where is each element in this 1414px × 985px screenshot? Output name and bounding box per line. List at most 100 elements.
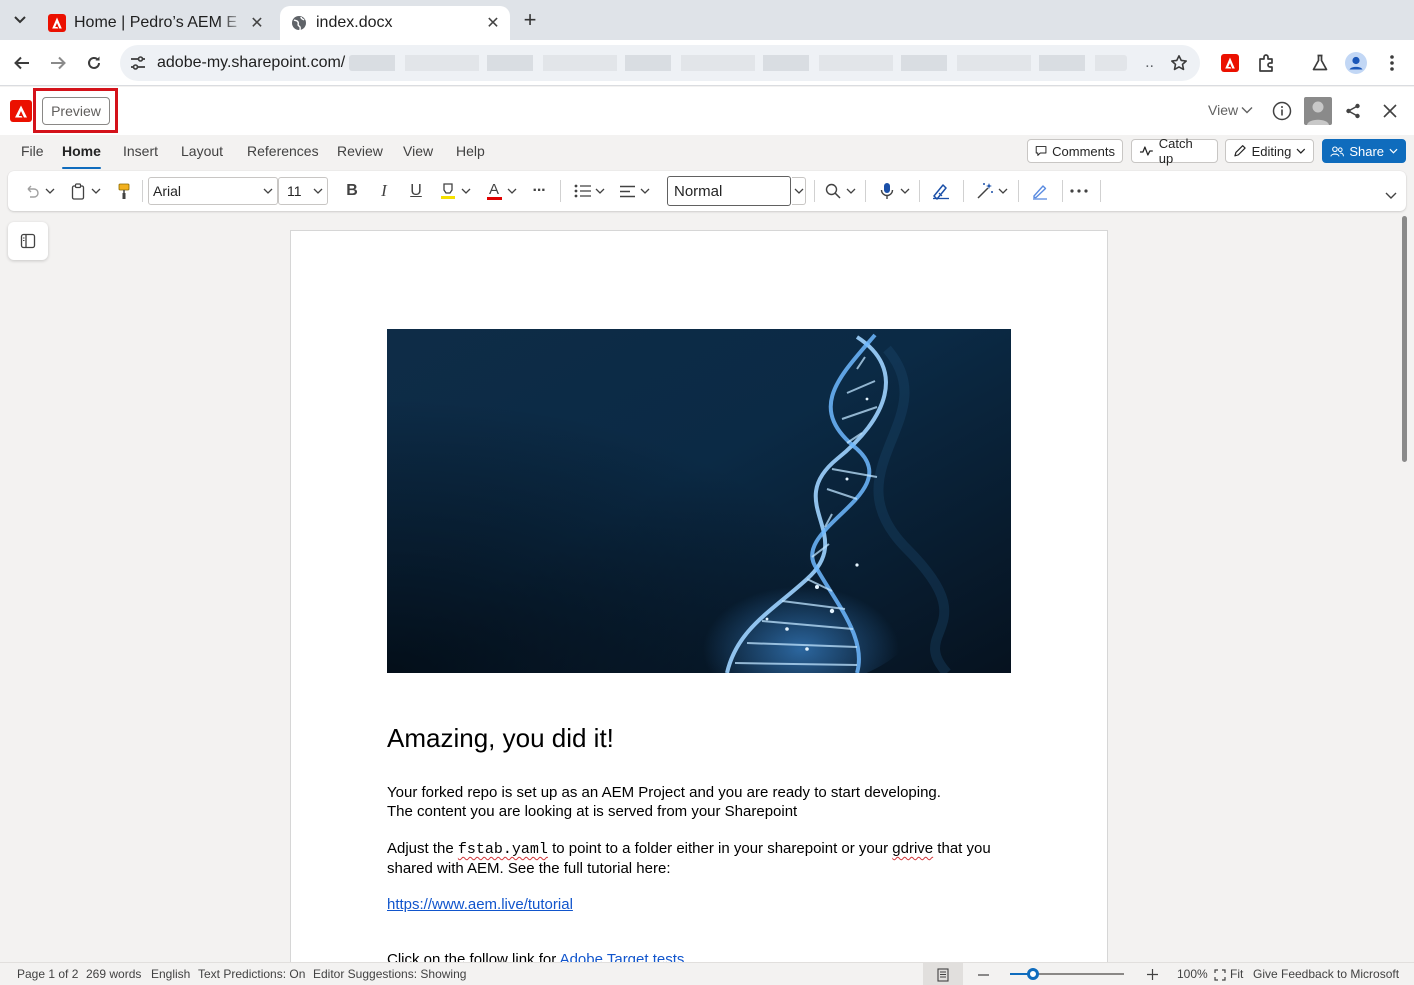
page-count-status[interactable]: Page 1 of 2 [17,967,78,981]
chevron-down-icon [1241,107,1253,114]
share-icon[interactable] [1341,99,1365,123]
bookmark-star-icon[interactable] [1164,48,1194,78]
tab-view[interactable]: View [403,143,433,165]
tab-help[interactable]: Help [456,143,485,165]
font-color-dropdown-chevron-icon[interactable] [506,179,518,203]
share-button[interactable]: Share [1322,139,1406,163]
find-dropdown-chevron-icon[interactable] [845,179,857,203]
address-bar[interactable]: adobe-my.sharepoint.com/ .. [120,45,1200,81]
align-left-icon[interactable] [617,179,637,203]
highlight-dropdown-chevron-icon[interactable] [460,179,472,203]
font-size-select[interactable]: 11 [278,177,328,205]
paste-dropdown-chevron-icon[interactable] [90,179,102,203]
style-dropdown-chevron-icon[interactable] [792,177,806,205]
print-layout-view-icon[interactable] [923,963,963,985]
fit-label[interactable]: Fit [1230,967,1243,981]
browser-tab-home[interactable]: Home | Pedro’s AEM E ✕ [38,6,274,40]
tab-title: index.docx [316,14,393,31]
catch-up-button[interactable]: Catch up [1131,136,1218,166]
editor-pen-icon[interactable] [930,179,952,203]
gdrive-misspelled-text: gdrive [892,840,934,857]
tutorial-link[interactable]: https://www.aem.live/tutorial [387,896,573,913]
italic-button[interactable]: I [374,179,394,203]
designer-dropdown-chevron-icon[interactable] [997,179,1009,203]
bold-button[interactable]: B [342,179,362,203]
tab-review[interactable]: Review [337,143,383,165]
editor-suggestions-status[interactable]: Editor Suggestions: Showing [313,967,466,981]
view-dropdown[interactable]: View [1208,102,1253,118]
word-count-status[interactable]: 269 words [86,967,141,981]
profile-avatar-icon[interactable] [1343,50,1369,76]
navigation-pane-icon[interactable] [8,222,48,260]
fit-to-window-icon[interactable] [1212,963,1228,985]
dna-hero-image[interactable] [387,329,1011,673]
adobe-extension-icon[interactable] [1217,50,1243,76]
designer-wand-icon[interactable] [974,179,996,203]
paragraph-line: Your forked repo is set up as an AEM Pro… [387,784,941,801]
language-status[interactable]: English [151,967,190,981]
info-icon[interactable] [1270,99,1294,123]
tab-close-icon[interactable]: ✕ [482,12,504,34]
paragraph-style-value: Normal [674,182,723,200]
tab-layout[interactable]: Layout [181,143,223,165]
tab-close-icon[interactable]: ✕ [246,12,268,34]
align-dropdown-chevron-icon[interactable] [639,179,651,203]
tab-references[interactable]: References [247,143,319,165]
comments-button[interactable]: Comments [1027,139,1123,163]
more-options-icon[interactable] [1068,179,1090,203]
zoom-slider-thumb[interactable] [1026,968,1039,980]
document-page[interactable]: Amazing, you did it! Your forked repo is… [290,230,1108,970]
user-avatar[interactable] [1304,97,1332,125]
zoom-in-icon[interactable] [1143,963,1161,985]
document-scrollbar[interactable] [1402,216,1407,462]
forward-arrow-icon[interactable] [44,49,72,77]
labs-flask-icon[interactable] [1307,50,1333,76]
back-arrow-icon[interactable] [8,49,36,77]
zoom-level-status[interactable]: 100% [1177,967,1208,981]
document-paragraph-fstab[interactable]: Adjust the fstab.yaml to point to a fold… [387,839,1007,878]
editing-label: Editing [1251,143,1292,159]
find-search-icon[interactable] [823,179,843,203]
people-icon [1330,145,1344,157]
more-font-options-button[interactable]: ··· [528,179,550,203]
expand-ribbon-chevron-icon[interactable] [1382,183,1400,207]
undo-dropdown-chevron-icon[interactable] [44,179,56,203]
paragraph-line: The content you are looking at is served… [387,803,798,820]
site-settings-icon[interactable] [128,53,148,73]
extensions-puzzle-icon[interactable] [1254,50,1280,76]
undo-icon[interactable] [22,179,42,203]
give-feedback-link[interactable]: Give Feedback to Microsoft [1253,967,1399,981]
font-size-value: 11 [287,183,302,199]
font-color-button[interactable]: A [484,179,504,203]
underline-button[interactable]: U [406,179,426,203]
font-family-select[interactable]: Arial [148,177,278,205]
document-paragraph-intro[interactable]: Your forked repo is set up as an AEM Pro… [387,783,1007,821]
tab-file[interactable]: File [21,143,44,165]
bullet-list-icon[interactable] [572,179,592,203]
format-painter-icon[interactable] [114,179,134,203]
text-predictions-status[interactable]: Text Predictions: On [198,967,305,981]
font-color-swatch [486,197,502,200]
toolbar-divider [865,180,866,202]
browser-tab-index-docx[interactable]: index.docx ✕ [280,6,510,40]
toolbar-divider [1100,180,1101,202]
highlighter-icon[interactable] [438,179,458,203]
browser-menu-icon[interactable] [1379,50,1405,76]
bullets-dropdown-chevron-icon[interactable] [594,179,606,203]
new-tab-button[interactable]: + [518,7,542,32]
reload-icon[interactable] [80,49,108,77]
document-heading[interactable]: Amazing, you did it! [387,723,614,754]
url-text: adobe-my.sharepoint.com/ [157,54,346,71]
zoom-out-icon[interactable] [974,963,992,985]
draw-highlighter-icon[interactable] [1029,179,1051,203]
clipboard-paste-icon[interactable] [68,179,88,203]
tab-search-chevron-icon[interactable] [8,8,32,32]
dictate-microphone-icon[interactable] [877,179,897,203]
close-icon[interactable] [1378,99,1402,123]
tab-home[interactable]: Home [62,143,101,169]
paragraph-style-select[interactable]: Normal [667,176,791,206]
tab-insert[interactable]: Insert [123,143,158,165]
dictate-dropdown-chevron-icon[interactable] [899,179,911,203]
preview-button[interactable]: Preview [42,97,110,125]
editing-mode-button[interactable]: Editing [1225,139,1314,163]
